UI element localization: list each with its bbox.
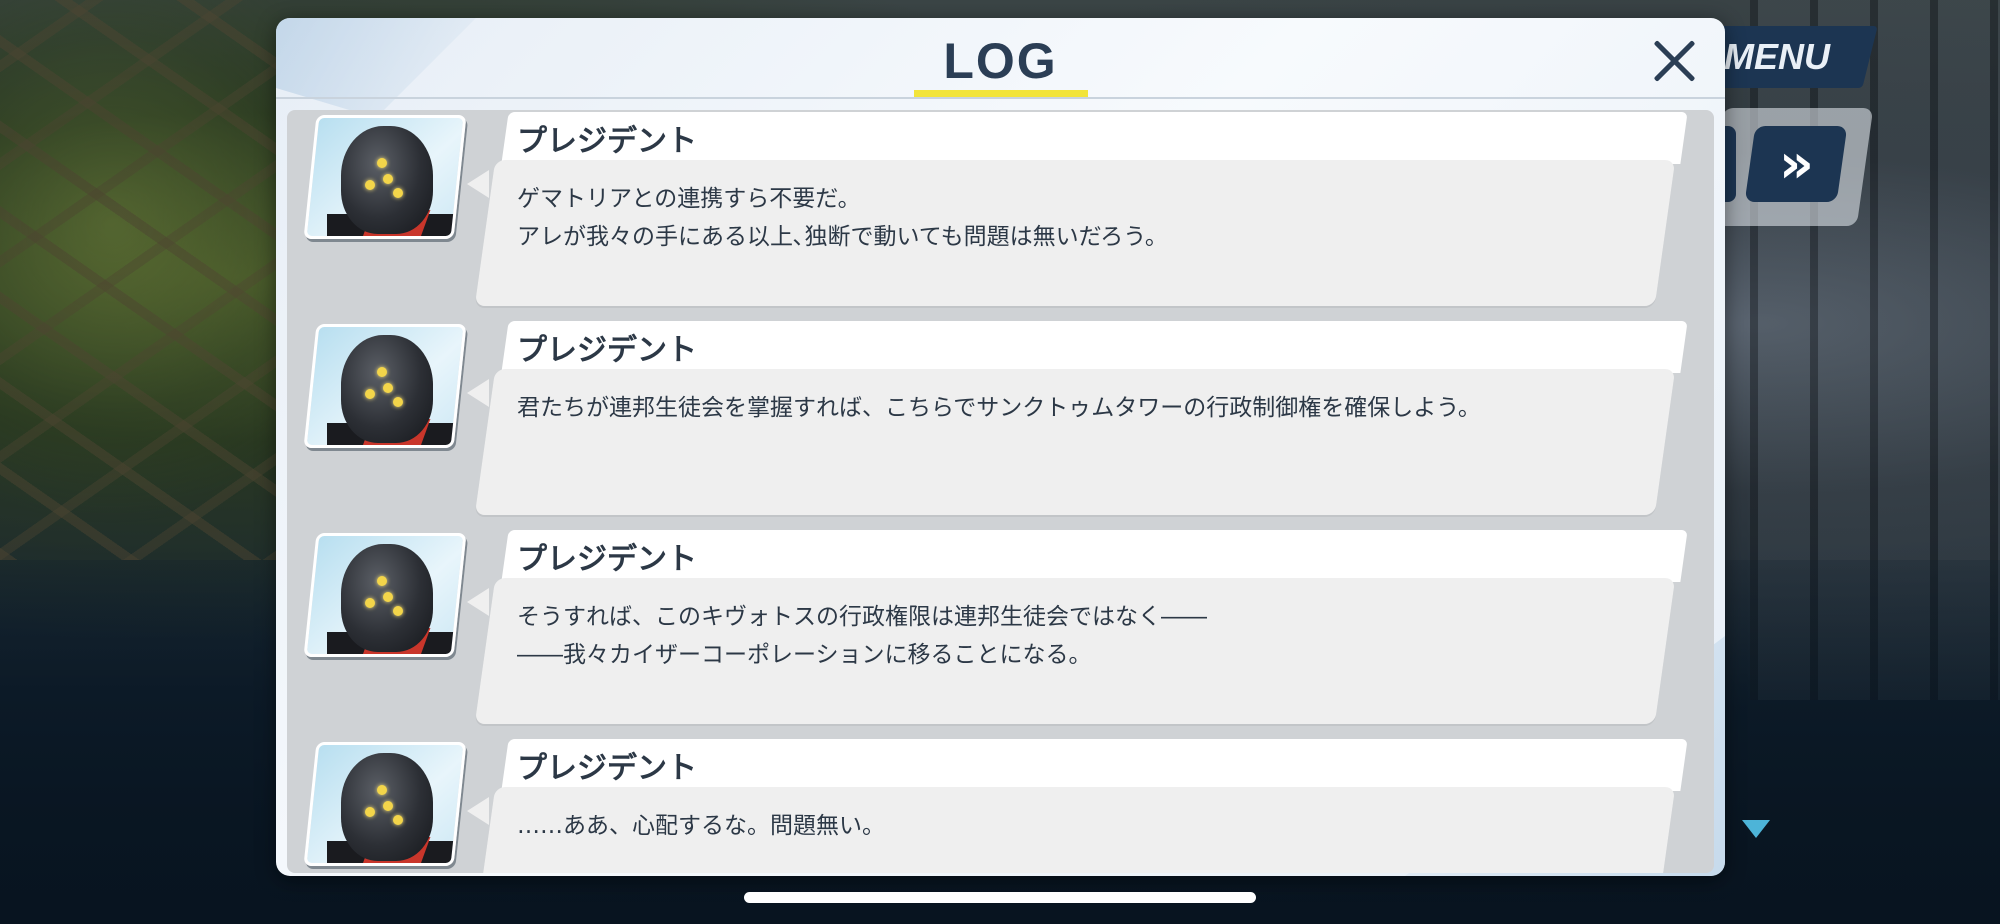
speaker-portrait	[303, 742, 467, 866]
fast-forward-button[interactable]: »	[1744, 126, 1848, 202]
speaker-name: プレジデント	[517, 124, 697, 159]
speech-card: プレジデント ゲマトリアとの連携すら不要だ。 アレが我々の手にある以上､独断で動…	[467, 112, 1688, 306]
log-entry: プレジデント ……ああ、心配するな。問題無い。	[287, 739, 1714, 873]
dialogue-text: ゲマトリアとの連携すら不要だ。 アレが我々の手にある以上､独断で動いても問題は無…	[517, 186, 1168, 250]
speech-card: プレジデント そうすれば、このキヴォトスの行政権限は連邦生徒会ではなく―― ――…	[467, 530, 1688, 724]
background-lattice	[0, 0, 280, 560]
close-icon[interactable]	[1646, 32, 1702, 88]
log-dialog: LOG プレジデント ゲマトリアとの連携すら不要だ。 アレが我々の手にある以上､…	[276, 18, 1725, 876]
speaker-name: プレジデント	[517, 542, 697, 577]
log-header: LOG	[276, 18, 1725, 100]
log-list[interactable]: プレジデント ゲマトリアとの連携すら不要だ。 アレが我々の手にある以上､独断で動…	[287, 110, 1714, 873]
header-divider	[276, 97, 1725, 99]
speech-bubble-tail	[467, 170, 489, 198]
dialogue-text: 君たちが連邦生徒会を掌握すれば、こちらでサンクトゥムタワーの行政制御権を確保しよ…	[517, 395, 1481, 421]
log-entry: プレジデント 君たちが連邦生徒会を掌握すれば、こちらでサンクトゥムタワーの行政制…	[287, 321, 1714, 521]
next-arrow-icon	[1742, 820, 1770, 838]
speaker-portrait	[303, 324, 467, 448]
speech-bubble-tail	[467, 379, 489, 407]
dialogue-text: そうすれば、このキヴォトスの行政権限は連邦生徒会ではなく―― ――我々カイザーコ…	[517, 604, 1207, 668]
speaker-portrait	[303, 533, 467, 657]
speech-card: プレジデント 君たちが連邦生徒会を掌握すれば、こちらでサンクトゥムタワーの行政制…	[467, 321, 1688, 515]
log-entry: プレジデント ゲマトリアとの連携すら不要だ。 アレが我々の手にある以上､独断で動…	[287, 112, 1714, 312]
speaker-portrait	[303, 115, 467, 239]
log-entry: プレジデント そうすれば、このキヴォトスの行政権限は連邦生徒会ではなく―― ――…	[287, 530, 1714, 730]
speaker-name: プレジデント	[517, 333, 697, 368]
speech-card: プレジデント ……ああ、心配するな。問題無い。	[467, 739, 1688, 873]
title-underline	[914, 90, 1088, 97]
speech-bubble-tail	[467, 588, 489, 616]
fast-forward-icon: »	[1778, 132, 1800, 195]
menu-button-label: MENU	[1724, 36, 1830, 77]
speaker-name: プレジデント	[517, 751, 697, 786]
speech-bubble-tail	[467, 797, 489, 825]
log-title: LOG	[943, 33, 1058, 89]
dialogue-text: ……ああ、心配するな。問題無い。	[517, 813, 885, 839]
home-indicator[interactable]	[744, 892, 1256, 903]
